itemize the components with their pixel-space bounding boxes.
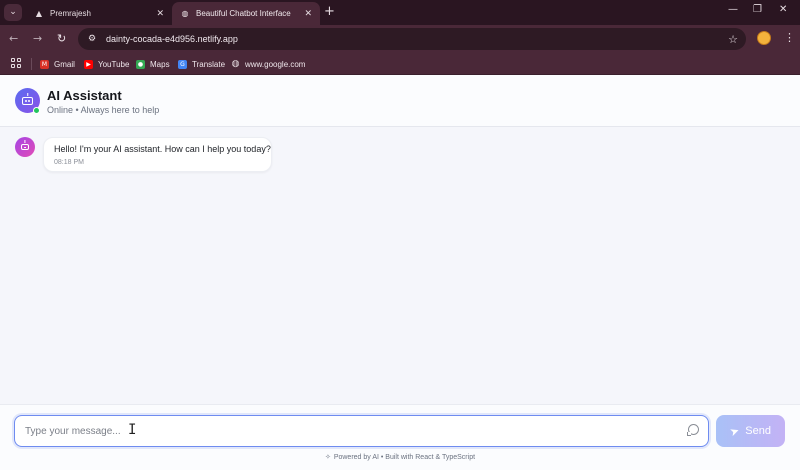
bookmark-label: www.google.com <box>245 59 306 69</box>
chat-bubble-icon <box>688 424 699 435</box>
globe-icon: ◍ <box>231 59 240 69</box>
gmail-icon: M <box>40 59 49 69</box>
bot-antenna <box>26 93 29 96</box>
message-bubble: Hello! I'm your AI assistant. How can I … <box>43 137 272 172</box>
message-input[interactable] <box>25 422 665 440</box>
chat-app: AI Assistant Online • Always here to hel… <box>0 75 800 470</box>
text-cursor-icon: I <box>128 422 137 438</box>
maps-icon: ● <box>136 59 145 69</box>
bookmark-gmail[interactable]: M Gmail <box>40 57 75 71</box>
new-tab-button[interactable]: + <box>324 5 335 19</box>
tab-label: Beautiful Chatbot Interface <box>196 9 291 18</box>
bot-antenna <box>24 140 26 143</box>
message-timestamp: 08:18 PM <box>54 159 84 166</box>
restore-icon[interactable]: ❐ <box>753 4 762 15</box>
send-label: Send <box>745 425 771 437</box>
online-status-dot <box>33 107 40 114</box>
globe-icon: ◍ <box>181 9 189 18</box>
url-text[interactable]: dainty-cocada-e4d956.netlify.app <box>106 34 728 44</box>
browser-tabstrip: ⌄ ▲ Premrajesh ✕ ◍ Beautiful Chatbot Int… <box>0 0 800 25</box>
composer: I ➤ Send ✧Powered by AI • Built with Rea… <box>0 404 800 470</box>
apps-grid-icon[interactable] <box>11 58 21 68</box>
browser-menu-icon[interactable]: ⋮ <box>784 32 795 44</box>
translate-icon: G <box>178 59 187 69</box>
back-arrow-icon[interactable]: ← <box>9 32 18 46</box>
bot-avatar <box>15 137 35 157</box>
bookmark-youtube[interactable]: ▶ YouTube <box>84 57 129 71</box>
bookmarks-divider <box>31 58 32 70</box>
message-text: Hello! I'm your AI assistant. How can I … <box>54 144 271 154</box>
vercel-triangle-icon: ▲ <box>35 9 43 18</box>
bookmark-label: Translate <box>192 59 226 69</box>
browser-toolbar: ← → ↻ ⚙ dainty-cocada-e4d956.netlify.app… <box>0 25 800 53</box>
tab-label: Premrajesh <box>50 9 91 18</box>
sparkle-icon: ✧ <box>324 453 331 461</box>
forward-arrow-icon[interactable]: → <box>33 32 42 46</box>
bookmark-label: Gmail <box>54 59 75 69</box>
close-icon[interactable]: ✕ <box>156 9 164 19</box>
chat-header: AI Assistant Online • Always here to hel… <box>0 75 800 127</box>
message-input-wrapper[interactable]: I <box>14 415 709 447</box>
site-settings-icon[interactable]: ⚙ <box>86 33 98 45</box>
tab-premrajesh[interactable]: ▲ Premrajesh ✕ <box>26 2 172 25</box>
tab-chatbot[interactable]: ◍ Beautiful Chatbot Interface ✕ <box>172 2 320 25</box>
bookmarks-bar: M Gmail ▶ YouTube ● Maps G Translate ◍ w… <box>0 53 800 75</box>
youtube-icon: ▶ <box>84 59 93 69</box>
bookmark-label: Maps <box>150 59 170 69</box>
page-title: AI Assistant <box>47 88 122 103</box>
bookmark-translate[interactable]: G Translate <box>178 57 225 71</box>
window-close-icon[interactable]: ✕ <box>779 4 787 15</box>
send-button[interactable]: ➤ Send <box>716 415 785 447</box>
paper-plane-icon: ➤ <box>728 423 742 439</box>
address-bar[interactable]: ⚙ dainty-cocada-e4d956.netlify.app ☆ <box>78 28 746 50</box>
bookmark-google[interactable]: ◍ www.google.com <box>231 57 306 71</box>
bot-icon <box>22 96 33 105</box>
bookmark-maps[interactable]: ● Maps <box>136 57 170 71</box>
bookmark-star-icon[interactable]: ☆ <box>728 33 738 46</box>
close-icon[interactable]: ✕ <box>304 9 312 19</box>
bot-icon <box>21 144 29 150</box>
footer-text: Powered by AI • Built with React & TypeS… <box>333 454 476 461</box>
footer-credit: ✧ Powered by AI • Built with React & Type… <box>0 453 800 461</box>
status-text: Online • Always here to help <box>47 105 160 115</box>
bookmark-label: YouTube <box>98 59 130 69</box>
minimize-icon[interactable]: — <box>728 4 738 15</box>
profile-avatar[interactable] <box>757 31 771 45</box>
tab-search-icon[interactable]: ⌄ <box>4 4 22 21</box>
reload-icon[interactable]: ↻ <box>57 32 66 46</box>
